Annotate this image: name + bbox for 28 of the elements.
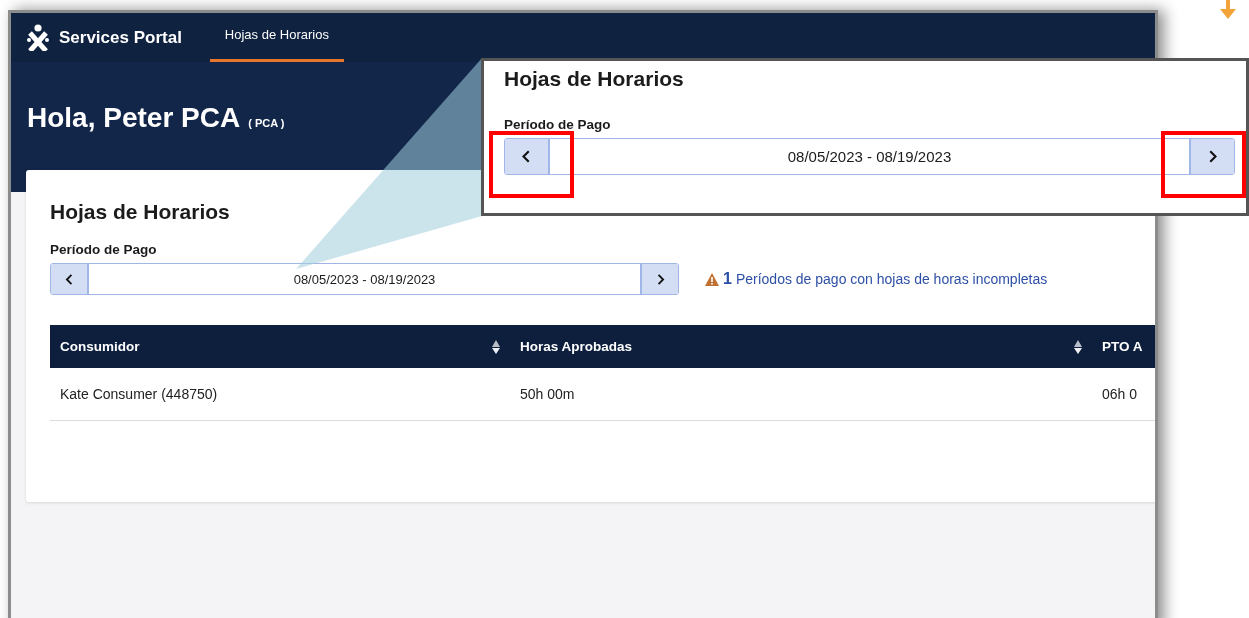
greeting: Hola, Peter PCA bbox=[27, 102, 241, 134]
incomplete-periods-link[interactable]: Períodos de pago con hojas de horas incompletas bbox=[735, 271, 1048, 287]
sort-icon[interactable] bbox=[492, 339, 500, 354]
role-label: ( PCA ) bbox=[248, 117, 285, 129]
column-header[interactable]: Horas Aprobadas bbox=[520, 339, 633, 354]
down-arrow-icon bbox=[1219, 0, 1237, 19]
previous-period-button[interactable] bbox=[505, 139, 550, 174]
column-header[interactable]: PTO A bbox=[1102, 339, 1143, 354]
warning-icon bbox=[705, 272, 719, 286]
table-cell: 06h 0 bbox=[1102, 386, 1138, 402]
callout-title: Hojas de Horarios bbox=[504, 67, 685, 91]
column-header[interactable]: Consumidor bbox=[60, 339, 140, 354]
next-period-button[interactable] bbox=[640, 264, 678, 294]
table-cell: 50h 00m bbox=[520, 386, 575, 402]
card-title: Hojas de Horarios bbox=[50, 200, 231, 224]
brand-name: Services Portal bbox=[59, 27, 182, 48]
next-period-button[interactable] bbox=[1189, 139, 1234, 174]
period-label: Período de Pago bbox=[50, 242, 158, 257]
person-logo-icon bbox=[27, 24, 49, 51]
table-cell: Kate Consumer (448750) bbox=[60, 386, 218, 402]
period-field: 08/05/2023 - 08/19/2023 bbox=[550, 139, 1189, 174]
period-field: 08/05/2023 - 08/19/2023 bbox=[89, 264, 640, 294]
previous-period-button[interactable] bbox=[51, 264, 89, 294]
alert-count: 1 bbox=[723, 270, 732, 288]
period-picker[interactable]: 08/05/2023 - 08/19/2023 bbox=[504, 138, 1235, 175]
period-picker[interactable]: 08/05/2023 - 08/19/2023 bbox=[50, 263, 679, 295]
period-label: Período de Pago bbox=[504, 117, 612, 132]
sort-icon[interactable] bbox=[1074, 339, 1082, 354]
